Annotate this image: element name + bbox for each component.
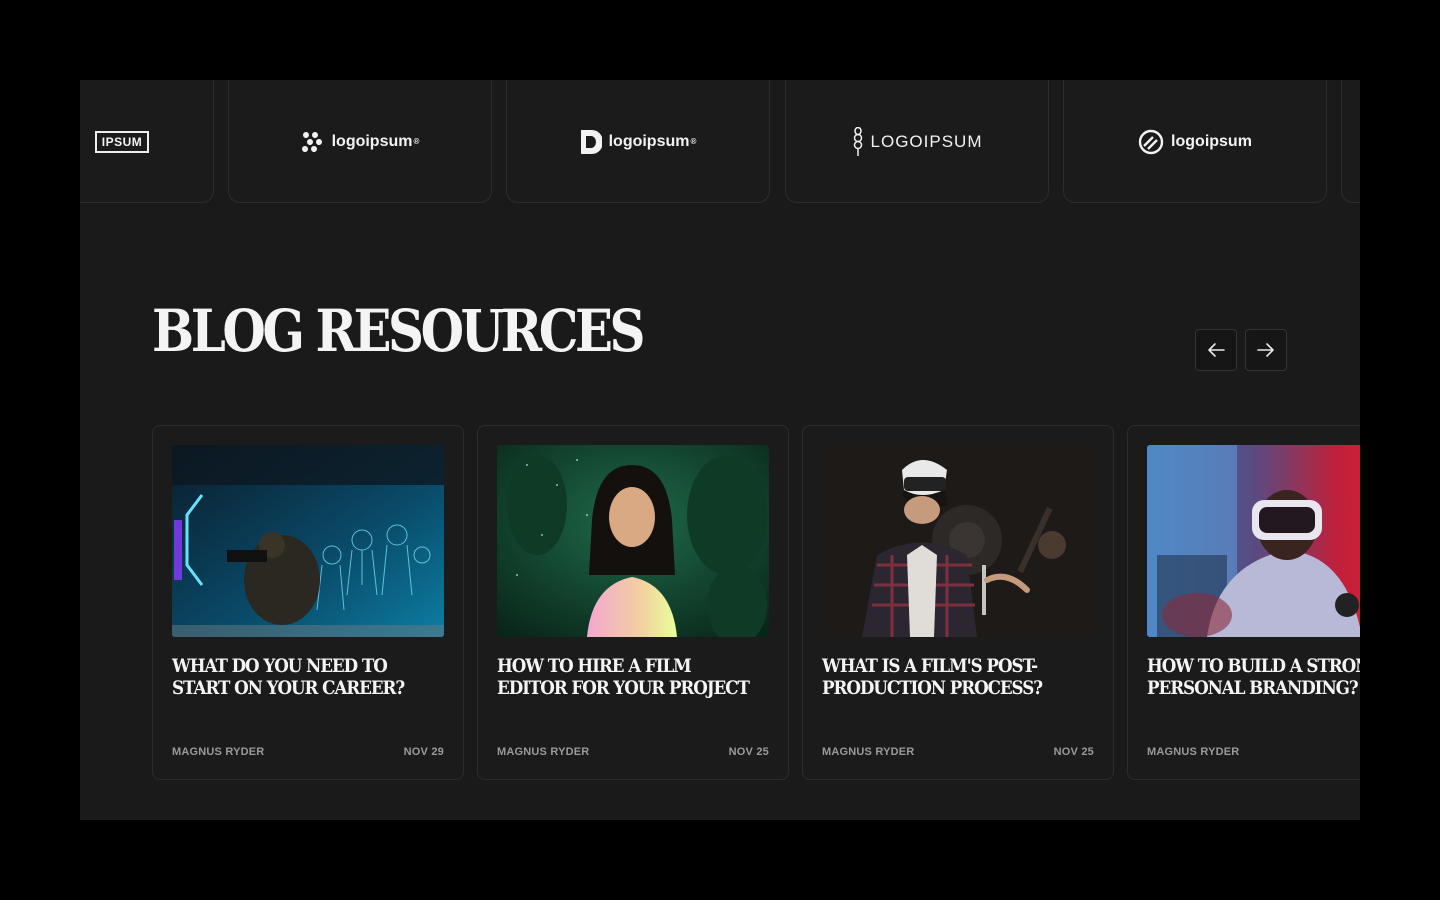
logo-text: logoipsum	[1171, 132, 1252, 150]
post-image	[497, 445, 769, 637]
post-title[interactable]: How to build a strong personal branding?	[1147, 655, 1360, 699]
post-image	[822, 445, 1094, 637]
logo-mark: ®	[413, 137, 420, 146]
post-date: NOV 25	[1053, 746, 1094, 758]
post-date: NOV 25	[728, 746, 769, 758]
arrow-right-icon	[1257, 343, 1274, 357]
arrow-left-icon	[1208, 343, 1225, 357]
section-title: BLOG RESOURCES	[152, 297, 646, 365]
logo-text: LOGOIPSUM	[870, 131, 983, 151]
blog-card[interactable]: How to hire a film editor for your proje…	[477, 425, 789, 780]
logo-card	[1341, 80, 1360, 203]
logo-text: logoipsum	[608, 132, 690, 150]
slashed-circle-icon	[1138, 129, 1164, 155]
logo: logoipsum	[1138, 129, 1252, 155]
blog-card[interactable]: What do you need to start on your career…	[152, 425, 464, 780]
post-title[interactable]: How to hire a film editor for your proje…	[497, 655, 752, 699]
post-title[interactable]: What is a film's post-production process…	[822, 655, 1077, 699]
post-author: MAGNUS RYDER	[1147, 746, 1240, 758]
post-date: NOV 29	[403, 746, 444, 758]
post-author: MAGNUS RYDER	[497, 746, 590, 758]
logo: logoipsum ®	[301, 131, 420, 153]
blog-card[interactable]: How to build a strong personal branding?…	[1127, 425, 1360, 780]
logo-mark: ®	[690, 137, 697, 146]
main-frame: IPSUM logoipsum ® logoipsum ® LOGOIPSUM …	[80, 80, 1360, 820]
logo-card: logoipsum ®	[228, 80, 492, 203]
d-shape-icon	[580, 129, 602, 155]
logo-text: IPSUM	[94, 130, 150, 153]
post-author: MAGNUS RYDER	[822, 746, 915, 758]
logo-card: logoipsum ®	[506, 80, 770, 203]
wheat-icon	[852, 126, 864, 157]
cluster-icon	[301, 131, 325, 153]
logo-strip: IPSUM logoipsum ® logoipsum ® LOGOIPSUM …	[80, 80, 1360, 204]
post-author: MAGNUS RYDER	[172, 746, 265, 758]
logo: IPSUM	[94, 130, 150, 153]
prev-button[interactable]	[1195, 329, 1237, 371]
logo-card: IPSUM	[80, 80, 214, 203]
logo: LOGOIPSUM	[852, 126, 983, 157]
post-image	[1147, 445, 1360, 637]
logo: logoipsum ®	[580, 129, 697, 155]
logo-card: LOGOIPSUM	[785, 80, 1049, 203]
logo-text: logoipsum	[331, 132, 413, 150]
post-image	[172, 445, 444, 637]
blog-card[interactable]: What is a film's post-production process…	[802, 425, 1114, 780]
logo-card: logoipsum	[1063, 80, 1327, 203]
post-title[interactable]: What do you need to start on your career…	[172, 655, 427, 699]
next-button[interactable]	[1245, 329, 1287, 371]
